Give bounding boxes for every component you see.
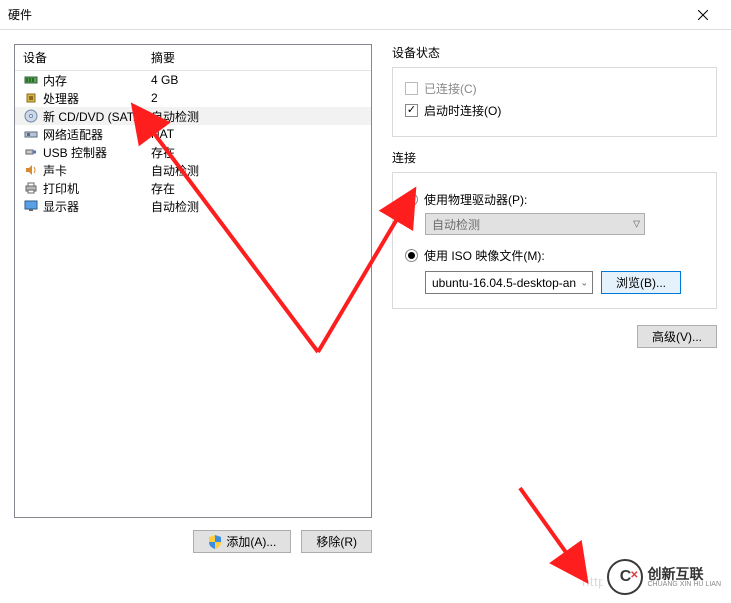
device-name: 打印机 (43, 180, 151, 197)
remove-button[interactable]: 移除(R) (301, 530, 372, 553)
connect-poweron-checkbox[interactable] (405, 104, 418, 117)
display-icon (23, 198, 39, 214)
brand-logo-text: 创新互联 (647, 567, 721, 581)
device-summary: 自动检测 (151, 108, 371, 125)
device-name: 显示器 (43, 198, 151, 215)
browse-button[interactable]: 浏览(B)... (601, 271, 681, 294)
device-list-panel: 设备 摘要 内存4 GB处理器2新 CD/DVD (SAT...自动检测网络适配… (14, 44, 372, 518)
physical-drive-value: 自动检测 (432, 216, 480, 233)
iso-label: 使用 ISO 映像文件(M): (424, 247, 545, 264)
physical-drive-radio[interactable] (405, 193, 418, 206)
device-name: 声卡 (43, 162, 151, 179)
status-group: 已连接(C) 启动时连接(O) (392, 67, 717, 137)
nic-icon (23, 126, 39, 142)
device-row[interactable]: 新 CD/DVD (SAT...自动检测 (15, 107, 371, 125)
memory-icon (23, 72, 39, 88)
cpu-icon (23, 90, 39, 106)
physical-drive-label: 使用物理驱动器(P): (424, 191, 527, 208)
add-button[interactable]: 添加(A)... (193, 530, 291, 553)
sound-icon (23, 162, 39, 178)
connect-poweron-label: 启动时连接(O) (424, 102, 501, 119)
device-name: 网络适配器 (43, 126, 151, 143)
printer-icon (23, 180, 39, 196)
device-summary: 存在 (151, 144, 371, 161)
physical-drive-select: 自动检测 ▽ (425, 213, 645, 235)
device-row[interactable]: 打印机存在 (15, 179, 371, 197)
connected-checkbox (405, 82, 418, 95)
brand-logo: C✕ 创新互联 CHUANG XIN HU LIAN (603, 557, 725, 597)
device-row[interactable]: 显示器自动检测 (15, 197, 371, 215)
connect-group-label: 连接 (392, 149, 717, 166)
device-name: USB 控制器 (43, 144, 151, 161)
iso-file-value: ubuntu-16.04.5-desktop-an (432, 276, 576, 290)
brand-logo-icon: C✕ (607, 559, 643, 595)
usb-icon (23, 144, 39, 160)
device-name: 内存 (43, 72, 151, 89)
brand-logo-subtext: CHUANG XIN HU LIAN (647, 581, 721, 588)
device-summary: 4 GB (151, 73, 371, 87)
disc-icon (23, 108, 39, 124)
device-row[interactable]: USB 控制器存在 (15, 143, 371, 161)
chevron-down-icon[interactable]: ⌄ (580, 277, 588, 288)
column-device[interactable]: 设备 (23, 49, 151, 66)
iso-radio[interactable] (405, 249, 418, 262)
device-name: 新 CD/DVD (SAT... (43, 108, 151, 125)
window-title: 硬件 (8, 6, 683, 23)
connected-label: 已连接(C) (424, 80, 477, 97)
device-row[interactable]: 网络适配器NAT (15, 125, 371, 143)
device-summary: 存在 (151, 180, 371, 197)
device-row[interactable]: 内存4 GB (15, 71, 371, 89)
shield-icon (208, 535, 222, 549)
device-summary: 自动检测 (151, 162, 371, 179)
add-button-label: 添加(A)... (226, 533, 276, 550)
close-icon[interactable] (683, 1, 723, 29)
column-summary[interactable]: 摘要 (151, 49, 371, 66)
device-row[interactable]: 处理器2 (15, 89, 371, 107)
device-summary: 自动检测 (151, 198, 371, 215)
device-row[interactable]: 声卡自动检测 (15, 161, 371, 179)
connect-group: 使用物理驱动器(P): 自动检测 ▽ 使用 ISO 映像文件(M): ubunt… (392, 172, 717, 309)
advanced-button[interactable]: 高级(V)... (637, 325, 717, 348)
device-name: 处理器 (43, 90, 151, 107)
device-summary: 2 (151, 91, 371, 105)
device-summary: NAT (151, 127, 371, 141)
status-group-label: 设备状态 (392, 44, 717, 61)
iso-file-select[interactable]: ubuntu-16.04.5-desktop-an ⌄ (425, 271, 593, 294)
chevron-down-icon: ▽ (633, 219, 640, 230)
device-list-header: 设备 摘要 (15, 45, 371, 71)
